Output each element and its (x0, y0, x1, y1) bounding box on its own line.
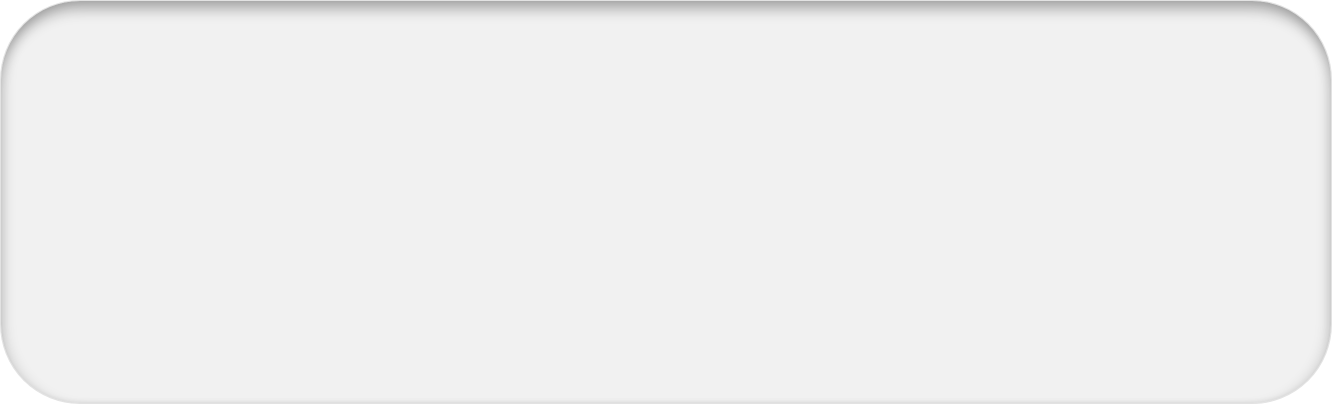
inset-panel (0, 0, 1332, 404)
